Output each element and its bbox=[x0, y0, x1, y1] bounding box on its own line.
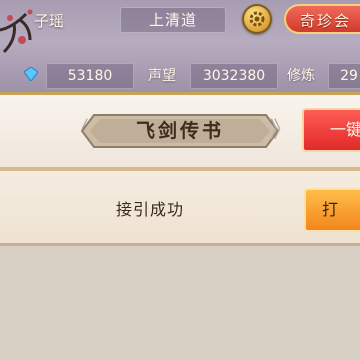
next-tab-arrow[interactable]: 》 bbox=[270, 117, 292, 145]
settings-button[interactable] bbox=[242, 4, 272, 34]
reputation-label: 声望 bbox=[148, 68, 176, 84]
currency-value: 53180 bbox=[46, 63, 134, 89]
event-button[interactable]: 奇珍会 bbox=[284, 4, 360, 34]
message-text: 接引成功 bbox=[116, 200, 185, 219]
gem-currency-icon bbox=[24, 67, 38, 81]
cultivation-label: 修炼 bbox=[287, 68, 315, 84]
tab-title-banner: 飞剑传书 bbox=[80, 111, 280, 151]
reputation-value: 3032380 bbox=[190, 63, 278, 89]
content-area bbox=[0, 246, 360, 360]
player-name: 子瑶 bbox=[34, 12, 65, 30]
gear-icon bbox=[249, 11, 265, 27]
top-header: 子瑶 上清道 奇珍会 53180 声望 3032380 修炼 29 bbox=[0, 0, 360, 92]
open-button[interactable]: 打 bbox=[304, 188, 360, 232]
tab-title: 飞剑传书 bbox=[135, 120, 224, 142]
sect-title: 上清道 bbox=[120, 7, 226, 33]
cultivation-value: 29 bbox=[328, 63, 360, 89]
one-click-button[interactable]: 一键 bbox=[302, 108, 360, 152]
